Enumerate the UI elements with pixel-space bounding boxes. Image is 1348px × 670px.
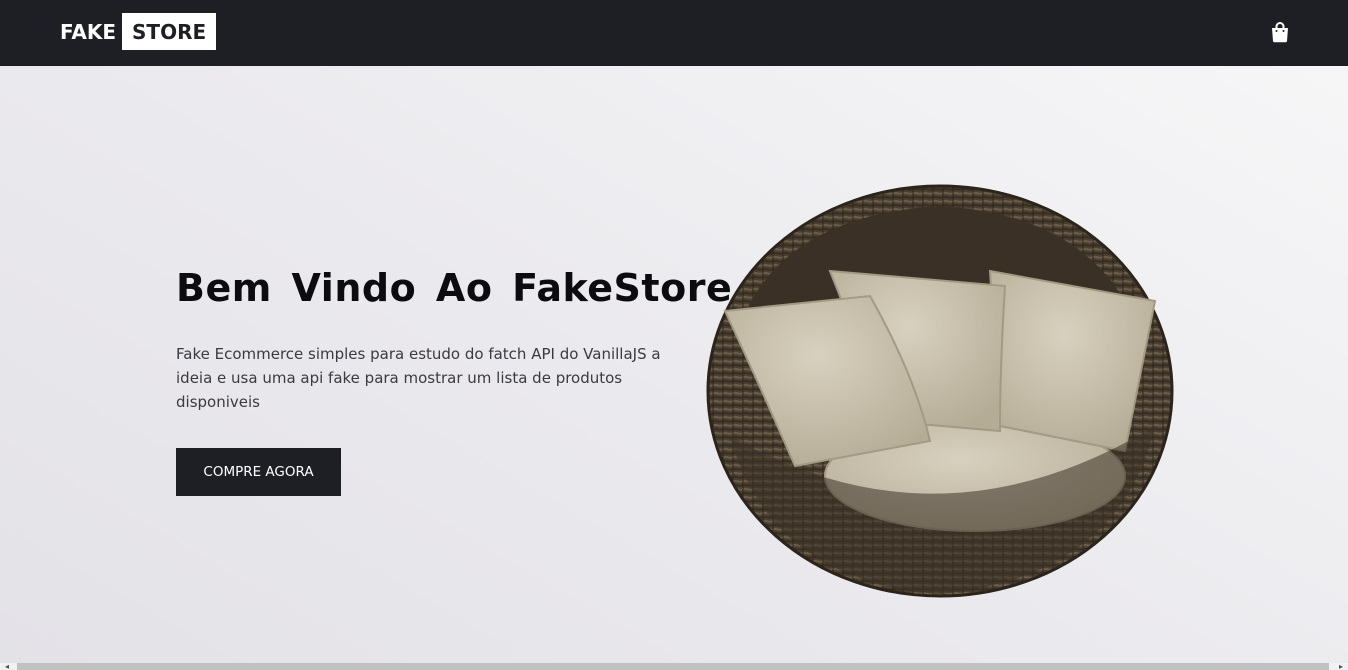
logo-store-text: STORE xyxy=(122,13,217,50)
logo-fake-text: FAKE xyxy=(60,19,117,44)
scrollbar-thumb[interactable] xyxy=(17,663,1329,670)
shop-now-button[interactable]: COMPRE AGORA xyxy=(176,448,341,496)
hero-title: Bem Vindo Ao FakeStore xyxy=(176,266,733,310)
hero-section: Bem Vindo Ao FakeStore Fake Ecommerce si… xyxy=(0,66,1348,663)
store-logo[interactable]: FAKE STORE xyxy=(60,13,217,50)
scroll-left-icon[interactable]: ◂ xyxy=(0,663,14,670)
scroll-right-icon[interactable]: ▸ xyxy=(1334,663,1348,670)
shopping-bag-icon[interactable] xyxy=(1268,20,1292,44)
horizontal-scrollbar[interactable]: ◂ ▸ xyxy=(0,663,1348,670)
hero-description: Fake Ecommerce simples para estudo do fa… xyxy=(176,345,661,411)
wicker-chair-image xyxy=(706,184,1174,598)
top-navbar: FAKE STORE xyxy=(0,0,1348,66)
